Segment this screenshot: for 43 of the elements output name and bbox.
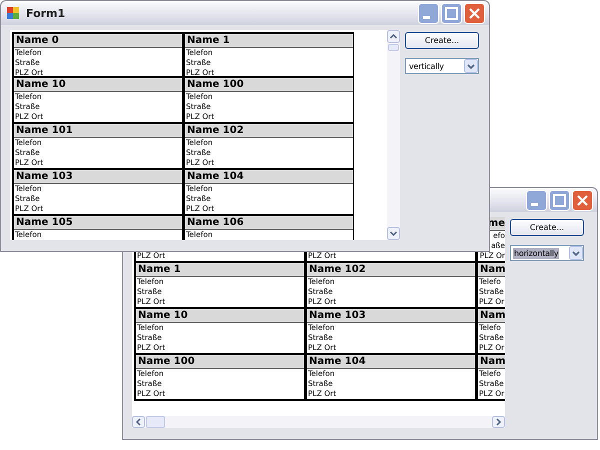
card-name: Name 105 <box>14 216 182 230</box>
orientation-dropdown[interactable]: horizontally <box>510 245 584 261</box>
card-name: Name 102 <box>307 263 475 277</box>
horizontal-scrollbar[interactable] <box>132 416 505 428</box>
create-button[interactable]: Create... <box>405 32 479 49</box>
card-name: Nam <box>478 355 505 369</box>
card-name: Name 102 <box>185 124 353 138</box>
app-icon <box>6 6 20 20</box>
maximize-icon[interactable] <box>549 190 570 210</box>
create-button[interactable]: Create... <box>510 219 584 236</box>
card-name: Name 10 <box>14 78 182 92</box>
card-name: Name 0 <box>14 34 182 48</box>
card-name: Nam <box>478 263 505 277</box>
scroll-left-icon[interactable] <box>132 416 145 428</box>
card-name: Name 10 <box>136 309 304 323</box>
dropdown-caret-icon[interactable] <box>569 246 583 260</box>
card-name: Name 1 <box>185 34 353 48</box>
card-name: Name 1 <box>136 263 304 277</box>
dropdown-caret-icon[interactable] <box>464 59 478 73</box>
scroll-thumb[interactable] <box>388 44 399 51</box>
vertical-scrollbar[interactable] <box>387 30 400 240</box>
dropdown-value: horizontally <box>513 248 560 258</box>
card-name: Name 103 <box>307 309 475 323</box>
scroll-right-icon[interactable] <box>492 416 505 428</box>
close-icon[interactable] <box>464 2 485 24</box>
card-name: Name 100 <box>185 78 353 92</box>
scroll-up-icon[interactable] <box>387 30 400 43</box>
close-icon[interactable] <box>572 190 593 210</box>
card-name: Nam <box>478 309 505 323</box>
card-name: Name 104 <box>185 170 353 184</box>
scroll-down-icon[interactable] <box>387 227 400 240</box>
card-name: Name 101 <box>14 124 182 138</box>
card-name: Name 103 <box>14 170 182 184</box>
minimize-icon[interactable] <box>418 2 439 24</box>
dropdown-value: vertically <box>408 60 445 72</box>
minimize-icon[interactable] <box>526 190 547 210</box>
card-name: Name 106 <box>185 216 353 230</box>
card-name: Name 100 <box>136 355 304 369</box>
orientation-dropdown[interactable]: vertically <box>405 58 479 74</box>
window-title: Form1 <box>26 6 66 20</box>
scroll-thumb[interactable] <box>146 416 165 428</box>
maximize-icon[interactable] <box>441 2 462 24</box>
card-name: Name 104 <box>307 355 475 369</box>
